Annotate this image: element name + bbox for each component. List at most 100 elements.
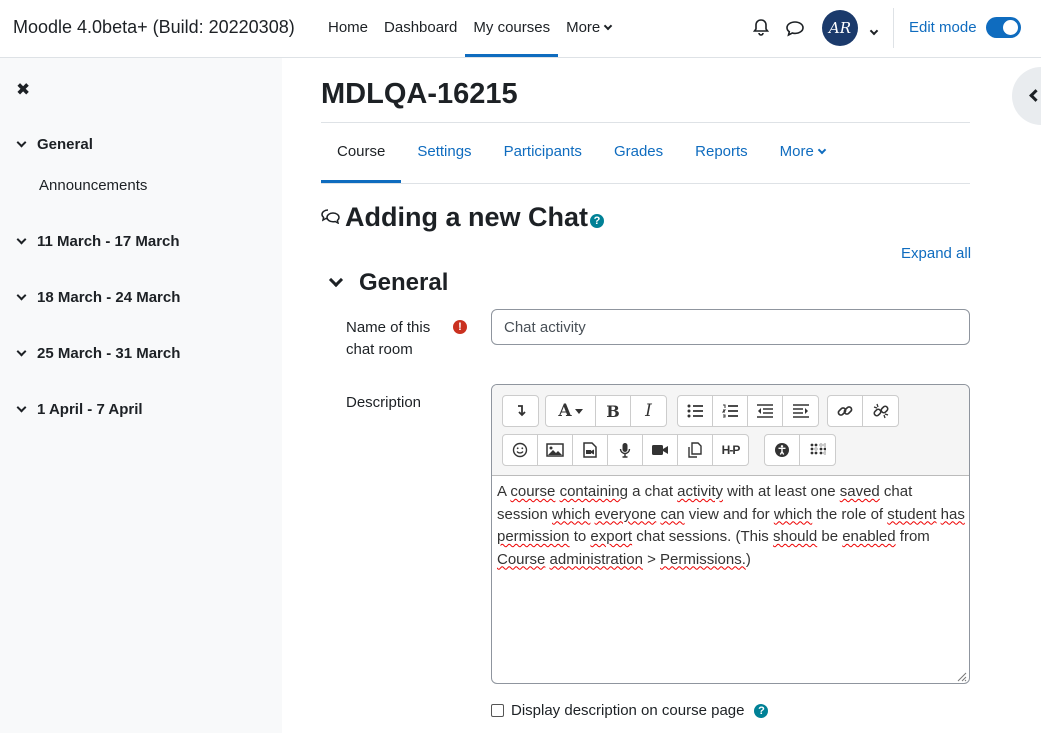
description-text-fragment: from: [895, 528, 930, 545]
description-text-fragment: student: [887, 505, 937, 523]
h5p-icon[interactable]: H-P: [713, 435, 748, 465]
name-field-label: Name of this chat room: [346, 317, 430, 361]
image-icon[interactable]: [538, 435, 573, 465]
edit-mode-toggle[interactable]: [986, 17, 1021, 38]
record-audio-icon[interactable]: [608, 435, 643, 465]
unlink-icon[interactable]: [863, 396, 898, 426]
tab-more-label: More: [779, 143, 814, 160]
navbar-divider: [893, 8, 894, 48]
toolbar-group: A B I: [545, 395, 667, 427]
manage-files-icon[interactable]: [678, 435, 713, 465]
user-avatar[interactable]: AR: [822, 10, 858, 46]
description-text-fragment: course: [510, 483, 556, 500]
section-week-4[interactable]: 1 April - 7 April: [16, 401, 143, 418]
fieldset-title: General: [359, 269, 449, 296]
emoji-icon[interactable]: [503, 435, 538, 465]
section-label: 11 March - 17 March: [37, 233, 180, 250]
italic-icon[interactable]: I: [631, 396, 666, 426]
tab-participants[interactable]: Participants: [488, 123, 598, 183]
unordered-list-icon[interactable]: [678, 396, 713, 426]
open-block-drawer-button[interactable]: [1012, 67, 1041, 125]
outdent-icon[interactable]: [748, 396, 783, 426]
show-description-row: Display description on course page ?: [491, 702, 769, 719]
chat-name-input[interactable]: [491, 309, 970, 345]
required-icon: !: [453, 320, 467, 334]
description-text-fragment: can: [660, 505, 685, 523]
course-title: MDLQA-16215: [321, 78, 518, 110]
notifications-bell-icon[interactable]: [752, 18, 770, 40]
description-text-fragment: administration: [549, 550, 643, 568]
help-icon[interactable]: ?: [590, 213, 604, 228]
media-icon[interactable]: [573, 435, 608, 465]
tab-course[interactable]: Course: [321, 123, 402, 183]
tab-reports[interactable]: Reports: [679, 123, 764, 183]
chevron-down-icon[interactable]: [16, 137, 27, 148]
nav-more[interactable]: More: [558, 0, 619, 57]
toolbar-group: [502, 395, 539, 427]
section-general[interactable]: General: [16, 136, 93, 153]
record-video-icon[interactable]: [643, 435, 678, 465]
tab-more[interactable]: More: [764, 123, 841, 183]
screenreader-helper-icon[interactable]: [800, 435, 835, 465]
description-text-fragment: view and for: [684, 505, 774, 523]
edit-mode-label: Edit mode: [909, 19, 977, 36]
user-menu-chevron-down-icon[interactable]: [866, 24, 879, 41]
description-text-fragment: chat sessions. (This: [632, 528, 773, 545]
page-title: Adding a new Chat: [345, 202, 588, 232]
fieldset-general-header[interactable]: General: [328, 269, 449, 297]
chevron-down-icon[interactable]: [16, 402, 27, 413]
section-week-3[interactable]: 25 March - 31 March: [16, 345, 181, 362]
section-week-1[interactable]: 11 March - 17 March: [16, 233, 180, 250]
page-heading: Adding a new Chat ?: [321, 202, 604, 233]
description-text-fragment: the role of: [812, 505, 888, 523]
section-label: 25 March - 31 March: [37, 345, 181, 362]
activity-announcements[interactable]: Announcements: [39, 177, 147, 194]
divider: [321, 183, 970, 184]
bold-icon[interactable]: B: [596, 396, 631, 426]
description-text-fragment: activity: [677, 483, 723, 500]
site-name[interactable]: Moodle 4.0beta+ (Build: 20220308): [13, 17, 295, 38]
description-text-fragment: permission: [497, 528, 570, 545]
description-label: Description: [346, 394, 422, 411]
help-icon[interactable]: ?: [754, 703, 769, 718]
close-icon[interactable]: ✖: [16, 80, 30, 100]
ordered-list-icon[interactable]: [713, 396, 748, 426]
chevron-down-icon[interactable]: [16, 290, 27, 301]
indent-icon[interactable]: [783, 396, 818, 426]
description-text-fragment: a chat: [627, 483, 678, 500]
nav-my-courses[interactable]: My courses: [465, 0, 559, 57]
show-description-label[interactable]: Display description on course page: [511, 702, 744, 719]
description-text-fragment: A: [497, 483, 511, 500]
name-label-line-1: Name of this: [346, 319, 431, 336]
top-navbar: Moodle 4.0beta+ (Build: 20220308) Home D…: [0, 0, 1041, 58]
tab-settings[interactable]: Settings: [401, 123, 487, 183]
primary-navigation: Home Dashboard My courses More: [320, 0, 619, 57]
chevron-down-icon[interactable]: [16, 234, 27, 245]
section-week-2[interactable]: 18 March - 24 March: [16, 289, 180, 306]
chevron-left-icon: [1029, 89, 1041, 102]
chevron-down-icon: [604, 21, 613, 31]
expand-all-link[interactable]: Expand all: [901, 245, 971, 262]
link-icon[interactable]: [828, 396, 863, 426]
chevron-down-icon[interactable]: [328, 272, 344, 288]
tab-grades[interactable]: Grades: [598, 123, 679, 183]
resize-handle-icon[interactable]: [955, 669, 967, 682]
toolbar-group: [764, 434, 836, 466]
messages-icon[interactable]: [785, 19, 805, 41]
show-description-checkbox[interactable]: [491, 704, 504, 717]
editor-toolbar: A B I H-P: [492, 385, 969, 476]
description-text-fragment: should: [772, 528, 818, 545]
nav-home[interactable]: Home: [320, 0, 376, 57]
font-style-icon[interactable]: A: [546, 396, 596, 426]
accessibility-checker-icon[interactable]: [765, 435, 800, 465]
collapse-icon[interactable]: [503, 396, 538, 426]
description-text-fragment: Course: [497, 550, 546, 568]
h5p-icon-text: H-P: [721, 443, 741, 457]
description-editor[interactable]: A B I H-P A course containing a chat act…: [491, 384, 970, 684]
toolbar-group: [827, 395, 899, 427]
description-text-fragment: export: [590, 528, 633, 545]
nav-dashboard[interactable]: Dashboard: [376, 0, 465, 57]
chevron-down-icon[interactable]: [16, 346, 27, 357]
description-text-fragment: saved: [839, 483, 880, 500]
editor-content-area[interactable]: A course containing a chat activity with…: [497, 481, 965, 571]
